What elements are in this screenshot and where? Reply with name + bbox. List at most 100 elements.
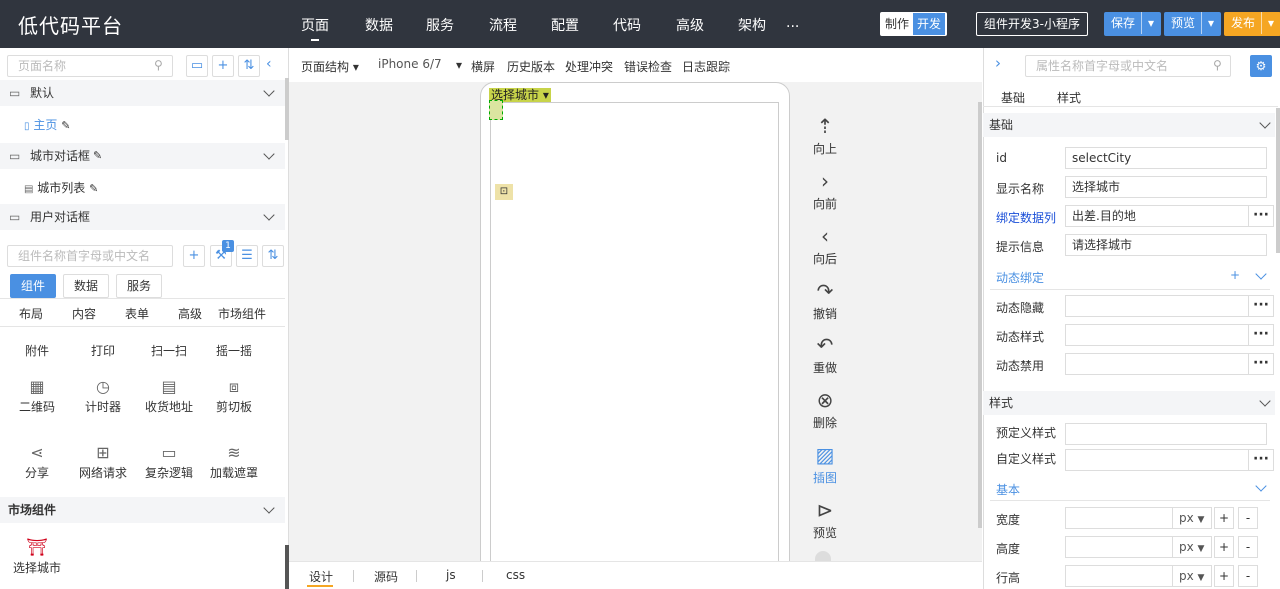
component-network[interactable]: ⊞ 网络请求 bbox=[70, 442, 136, 481]
dynamic-hide-field[interactable] bbox=[1065, 295, 1249, 317]
mode-dev-button[interactable]: 开发 bbox=[913, 13, 945, 35]
tab-data[interactable]: 数据 bbox=[63, 274, 110, 298]
chevron-down-icon[interactable] bbox=[1259, 395, 1271, 407]
history-button[interactable]: 历史版本 bbox=[507, 58, 555, 75]
chevron-down-icon[interactable]: ▾ bbox=[1261, 12, 1274, 34]
backward-button[interactable]: ‹ 向后 bbox=[805, 224, 845, 267]
edit-icon[interactable]: ✎ bbox=[89, 182, 98, 195]
sort-icon[interactable]: ⇅ bbox=[262, 245, 284, 267]
scrollbar[interactable] bbox=[978, 102, 982, 528]
add-icon[interactable]: + bbox=[1230, 268, 1240, 282]
page-item[interactable]: ▤ 城市列表 ✎ bbox=[24, 179, 98, 196]
redo-button[interactable]: ↶ 重做 bbox=[805, 333, 845, 376]
landscape-button[interactable]: 横屏 bbox=[471, 58, 495, 75]
line-height-minus-button[interactable]: - bbox=[1238, 565, 1258, 587]
more-icon[interactable]: ··· bbox=[1248, 353, 1274, 375]
component-share[interactable]: ⋖ 分享 bbox=[4, 442, 70, 481]
predefined-style-field[interactable] bbox=[1065, 423, 1267, 445]
more-icon[interactable]: ··· bbox=[1248, 205, 1274, 227]
nav-flow[interactable]: 流程 bbox=[489, 15, 517, 35]
custom-style-field[interactable] bbox=[1065, 449, 1249, 471]
undo-button[interactable]: ↷ 撤销 bbox=[805, 279, 845, 322]
page-group[interactable]: ▭ 默认 bbox=[0, 80, 285, 106]
component-search-input[interactable]: 组件名称首字母或中文名 bbox=[7, 245, 173, 267]
nav-code[interactable]: 代码 bbox=[613, 15, 641, 35]
component-clipboard[interactable]: ⧈ 剪切板 bbox=[201, 376, 267, 415]
caret-down-icon[interactable]: ▾ bbox=[456, 58, 462, 72]
bind-column-field[interactable]: 出差.目的地 bbox=[1065, 205, 1249, 227]
category-form[interactable]: 表单 bbox=[125, 305, 149, 322]
dynamic-style-field[interactable] bbox=[1065, 324, 1249, 346]
move-up-button[interactable]: ⇡ 向上 bbox=[805, 114, 845, 157]
width-field[interactable] bbox=[1065, 507, 1173, 529]
width-plus-button[interactable]: + bbox=[1214, 507, 1234, 529]
preview-button[interactable]: 预览 ▾ bbox=[1164, 12, 1222, 36]
edit-icon[interactable]: ✎ bbox=[93, 143, 102, 169]
phone-screen[interactable] bbox=[490, 102, 779, 562]
chevron-down-icon[interactable]: ▾ bbox=[1201, 12, 1214, 34]
chevron-down-icon[interactable] bbox=[263, 209, 275, 221]
component-shake[interactable]: 摇一摇 bbox=[201, 342, 267, 359]
device-select[interactable]: iPhone 6/7 bbox=[378, 57, 442, 71]
page-structure-dropdown[interactable]: 页面结构 ▾ bbox=[301, 58, 359, 75]
chevron-down-icon[interactable] bbox=[263, 502, 275, 514]
chevron-down-icon[interactable] bbox=[1259, 117, 1271, 129]
height-plus-button[interactable]: + bbox=[1214, 536, 1234, 558]
dynamic-disable-field[interactable] bbox=[1065, 353, 1249, 375]
category-content[interactable]: 内容 bbox=[72, 305, 96, 322]
log-trace-button[interactable]: 日志跟踪 bbox=[682, 58, 730, 75]
error-check-button[interactable]: 错误检查 bbox=[624, 58, 672, 75]
market-group[interactable]: 市场组件 bbox=[0, 497, 285, 523]
category-market[interactable]: 市场组件 bbox=[218, 305, 266, 322]
component-attachment[interactable]: 附件 bbox=[4, 342, 70, 359]
property-search-input[interactable]: 属性名称首字母或中文名 bbox=[1025, 55, 1231, 77]
page-group[interactable]: ▭ 城市对话框 ✎ bbox=[0, 143, 285, 169]
tab-css[interactable]: css bbox=[506, 568, 525, 582]
conflict-button[interactable]: 处理冲突 bbox=[565, 58, 613, 75]
sort-icon[interactable]: ⇅ bbox=[238, 55, 260, 77]
save-button[interactable]: 保存 ▾ bbox=[1104, 12, 1162, 36]
category-advanced[interactable]: 高级 bbox=[178, 305, 202, 322]
nav-architecture[interactable]: 架构 bbox=[738, 15, 766, 35]
component-timer[interactable]: ◷ 计时器 bbox=[70, 376, 136, 415]
component-qrcode[interactable]: ▦ 二维码 bbox=[4, 376, 70, 415]
tab-js[interactable]: js bbox=[446, 568, 456, 582]
tab-basic[interactable]: 基础 bbox=[1001, 89, 1025, 106]
section-style[interactable]: 样式 bbox=[983, 391, 1275, 415]
folder-add-icon[interactable]: ▭ bbox=[186, 55, 208, 77]
list-icon[interactable]: ☰ bbox=[236, 245, 258, 267]
component-print[interactable]: 打印 bbox=[70, 342, 136, 359]
collapse-left-icon[interactable]: ‹ bbox=[266, 56, 272, 72]
chevron-down-icon[interactable]: ▾ bbox=[1141, 12, 1154, 34]
delete-button[interactable]: ⊗ 删除 bbox=[805, 388, 845, 431]
nav-page[interactable]: 页面 bbox=[301, 15, 329, 41]
section-basic[interactable]: 基础 bbox=[983, 113, 1275, 137]
more-icon[interactable]: ··· bbox=[1248, 295, 1274, 317]
publish-button[interactable]: 发布 ▾ bbox=[1224, 12, 1280, 36]
edit-icon[interactable]: ✎ bbox=[61, 119, 70, 132]
height-field[interactable] bbox=[1065, 536, 1173, 558]
nav-config[interactable]: 配置 bbox=[551, 15, 579, 35]
chevron-down-icon[interactable] bbox=[263, 148, 275, 160]
component-loading-mask[interactable]: ≋ 加载遮罩 bbox=[201, 442, 267, 481]
more-icon[interactable]: ··· bbox=[1248, 324, 1274, 346]
line-height-plus-button[interactable]: + bbox=[1214, 565, 1234, 587]
display-name-field[interactable]: 选择城市 bbox=[1065, 176, 1267, 198]
project-selector[interactable]: 组件开发3-小程序 bbox=[976, 12, 1088, 36]
forward-button[interactable]: › 向前 bbox=[805, 169, 845, 212]
add-component-button[interactable]: + bbox=[183, 245, 205, 267]
page-item[interactable]: ▯ 主页 ✎ bbox=[24, 116, 70, 133]
market-component-city[interactable]: ⛩ 选择城市 bbox=[4, 537, 70, 576]
tab-services[interactable]: 服务 bbox=[116, 274, 163, 298]
nav-data[interactable]: 数据 bbox=[365, 15, 393, 35]
nav-advanced[interactable]: 高级 bbox=[676, 15, 704, 35]
add-page-button[interactable]: + bbox=[212, 55, 234, 77]
category-layout[interactable]: 布局 bbox=[19, 305, 43, 322]
line-height-unit-select[interactable]: px ▼ bbox=[1172, 565, 1212, 587]
mode-make-button[interactable]: 制作 bbox=[881, 13, 913, 35]
page-search-input[interactable]: 页面名称 bbox=[7, 55, 173, 77]
component-address[interactable]: ▤ 收货地址 bbox=[136, 376, 202, 415]
more-icon[interactable]: ··· bbox=[1248, 449, 1274, 471]
gear-icon[interactable]: ⚙ bbox=[1250, 55, 1272, 77]
nav-more[interactable]: ... bbox=[786, 15, 799, 31]
